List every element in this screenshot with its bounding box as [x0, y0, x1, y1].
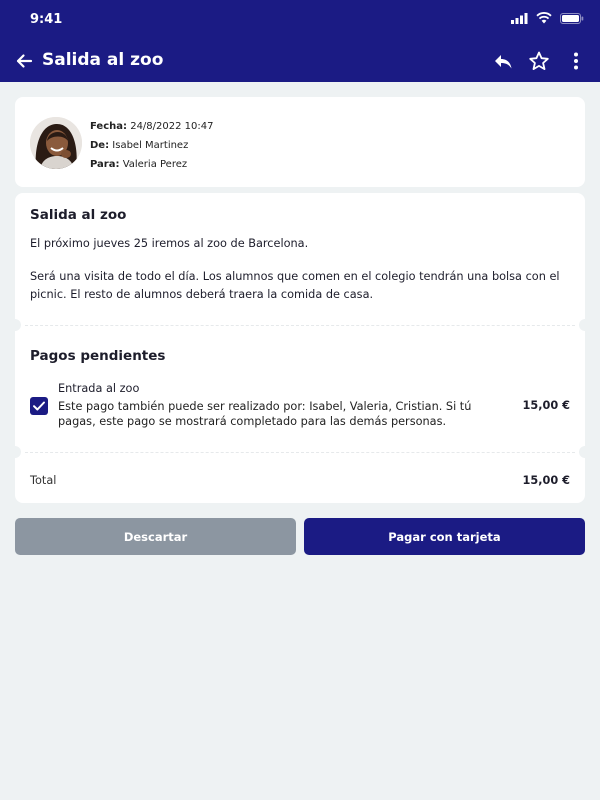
- total-label: Total: [30, 474, 57, 487]
- ticket-notch-right: [579, 319, 591, 331]
- battery-icon: [560, 12, 584, 24]
- page-title: Salida al zoo: [42, 50, 164, 70]
- meta-from-row: De: Isabel Martinez: [90, 136, 213, 155]
- ticket-notch-left: [9, 319, 21, 331]
- message-header-card: Fecha: 24/8/2022 10:47 De: Isabel Martin…: [15, 97, 585, 187]
- date-label: Fecha:: [90, 121, 128, 132]
- check-icon: [33, 401, 45, 411]
- back-arrow-icon[interactable]: [14, 51, 34, 71]
- section-divider: [25, 325, 575, 326]
- from-label: De:: [90, 140, 110, 151]
- payment-item-description: Este pago también puede ser realizado po…: [58, 400, 472, 428]
- to-value: Valeria Perez: [122, 159, 188, 170]
- meta-to-row: Para: Valeria Perez: [90, 155, 213, 174]
- date-value: 24/8/2022 10:47: [130, 121, 214, 132]
- to-label: Para:: [90, 159, 120, 170]
- message-title: Salida al zoo: [30, 207, 127, 223]
- status-time: 9:41: [30, 12, 63, 27]
- reply-icon[interactable]: [492, 50, 514, 72]
- avatar[interactable]: [30, 117, 82, 169]
- pay-with-card-button[interactable]: Pagar con tarjeta: [304, 518, 585, 555]
- star-icon[interactable]: [528, 50, 550, 72]
- payment-item-name: Entrada al zoo: [58, 382, 140, 395]
- signal-icon: [511, 12, 528, 24]
- payment-checkbox[interactable]: [30, 397, 48, 415]
- avatar-image: [30, 117, 82, 169]
- status-icons: [511, 12, 584, 24]
- app-bar: Salida al zoo: [0, 40, 600, 82]
- message-card: Salida al zoo El próximo jueves 25 iremo…: [9, 193, 591, 503]
- message-meta: Fecha: 24/8/2022 10:47 De: Isabel Martin…: [90, 117, 213, 174]
- ticket-notch-right-2: [579, 446, 591, 458]
- ticket-notch-left-2: [9, 446, 21, 458]
- payments-title: Pagos pendientes: [30, 348, 166, 364]
- total-value: 15,00 €: [522, 474, 570, 487]
- message-paragraph-2: Será una visita de todo el día. Los alum…: [30, 270, 560, 301]
- meta-date-row: Fecha: 24/8/2022 10:47: [90, 117, 213, 136]
- message-paragraph-1: El próximo jueves 25 iremos al zoo de Ba…: [30, 237, 309, 250]
- more-vert-icon[interactable]: [565, 50, 587, 72]
- status-bar: 9:41: [0, 0, 600, 40]
- discard-button[interactable]: Descartar: [15, 518, 296, 555]
- from-value: Isabel Martinez: [112, 140, 189, 151]
- total-divider: [25, 452, 575, 453]
- payment-item-price: 15,00 €: [522, 399, 570, 412]
- wifi-icon: [536, 12, 552, 24]
